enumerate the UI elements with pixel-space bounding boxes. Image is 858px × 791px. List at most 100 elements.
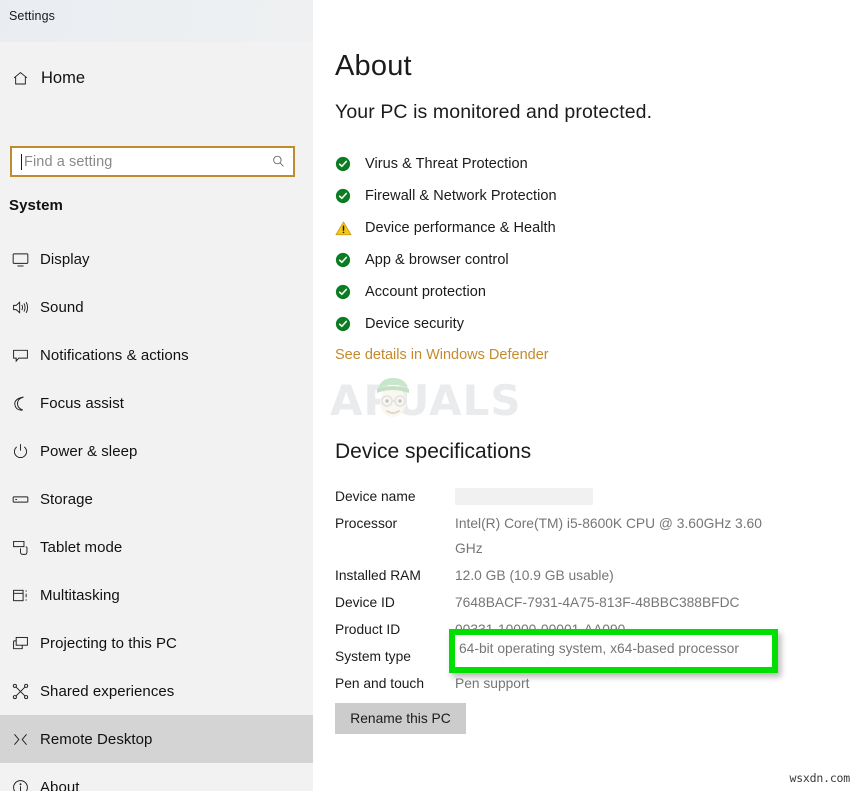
- spec-key: Product ID: [335, 622, 401, 637]
- check-circle-icon: [335, 156, 361, 172]
- speaker-icon: [0, 298, 40, 317]
- sidebar-label: Remote Desktop: [40, 730, 153, 748]
- sidebar-item-tablet-mode[interactable]: Tablet mode: [0, 523, 313, 571]
- sidebar-label: Focus assist: [40, 394, 124, 412]
- status-label: Firewall & Network Protection: [365, 188, 557, 204]
- remote-desktop-icon: [0, 730, 40, 749]
- search-input[interactable]: Find a setting: [10, 146, 295, 177]
- spec-row-pen-and-touch: Pen and touch Pen support: [335, 671, 835, 696]
- sidebar-label: Projecting to this PC: [40, 634, 177, 652]
- appuals-watermark-word: PUALS: [363, 376, 522, 425]
- spec-value: 12.0 GB (10.9 GB usable): [455, 568, 614, 583]
- sidebar-item-multitasking[interactable]: Multitasking: [0, 571, 313, 619]
- spec-row-installed-ram: Installed RAM 12.0 GB (10.9 GB usable): [335, 563, 835, 588]
- sidebar-nav-list: Display Sound Notifications & actions Fo…: [0, 235, 313, 791]
- sidebar-label: Display: [40, 250, 90, 268]
- sidebar-item-sound[interactable]: Sound: [0, 283, 313, 331]
- spec-value-redacted: [455, 488, 593, 505]
- status-item: Device performance & Health: [335, 212, 815, 244]
- search-icon[interactable]: [263, 154, 293, 169]
- spec-key: System type: [335, 649, 411, 664]
- status-item: Virus & Threat Protection: [335, 148, 815, 180]
- page-title: About: [335, 50, 412, 82]
- spec-row-processor: Processor Intel(R) Core(TM) i5-8600K CPU…: [335, 511, 835, 561]
- sidebar-item-about[interactable]: About: [0, 763, 313, 791]
- status-item: Device security: [335, 308, 815, 340]
- spec-row-system-type: System type 64-bit operating system, x64…: [335, 644, 835, 669]
- sidebar-home-label: Home: [41, 68, 86, 87]
- rename-this-pc-button[interactable]: Rename this PC: [335, 703, 466, 734]
- sidebar-item-focus-assist[interactable]: Focus assist: [0, 379, 313, 427]
- home-icon: [0, 70, 40, 87]
- check-circle-icon: [335, 316, 361, 332]
- spec-value: Intel(R) Core(TM) i5-8600K CPU @ 3.60GHz…: [455, 516, 762, 556]
- sidebar-item-shared-experiences[interactable]: Shared experiences: [0, 667, 313, 715]
- sidebar-label: Tablet mode: [40, 538, 123, 556]
- status-label: Virus & Threat Protection: [365, 156, 528, 172]
- status-item: Firewall & Network Protection: [335, 180, 815, 212]
- chat-bubble-icon: [0, 346, 40, 365]
- site-watermark: wsxdn.com: [789, 771, 850, 785]
- see-details-in-windows-defender-link[interactable]: See details in Windows Defender: [335, 347, 549, 363]
- warning-triangle-icon: [335, 220, 361, 237]
- appuals-watermark: APUALS: [330, 374, 545, 425]
- sidebar-label: Sound: [40, 298, 84, 316]
- status-label: Device security: [365, 316, 465, 332]
- sidebar-label: Notifications & actions: [40, 346, 189, 364]
- device-specifications-table: Device name Processor Intel(R) Core(TM) …: [335, 484, 835, 698]
- device-specifications-title: Device specifications: [335, 440, 532, 463]
- spec-key: Processor: [335, 516, 398, 531]
- info-icon: [0, 778, 40, 791]
- status-item: Account protection: [335, 276, 815, 308]
- moon-icon: [0, 394, 40, 413]
- sidebar-label: About: [40, 778, 80, 791]
- spec-value: 7648BACF-7931-4A75-813F-48BBC388BFDC: [455, 595, 740, 610]
- status-label: App & browser control: [365, 252, 509, 268]
- sidebar-item-power-sleep[interactable]: Power & sleep: [0, 427, 313, 475]
- spec-row-device-id: Device ID 7648BACF-7931-4A75-813F-48BBC3…: [335, 590, 835, 615]
- spec-value: 64-bit operating system, x64-based proce…: [455, 649, 735, 664]
- spec-key: Pen and touch: [335, 676, 424, 691]
- share-nodes-icon: [0, 682, 40, 701]
- appuals-mascot-icon: [377, 378, 409, 417]
- spec-value: Pen support: [455, 676, 530, 691]
- security-status-list: Virus & Threat Protection Firewall & Net…: [335, 148, 815, 340]
- sidebar-label: Multitasking: [40, 586, 120, 604]
- main-content: About Your PC is monitored and protected…: [313, 0, 858, 791]
- spec-key: Installed RAM: [335, 568, 421, 583]
- appuals-watermark-text: APUALS: [330, 376, 522, 425]
- sidebar-label: Storage: [40, 490, 93, 508]
- sidebar-section-header: System: [9, 197, 63, 214]
- search-placeholder: Find a setting: [24, 153, 113, 170]
- status-label: Account protection: [365, 284, 486, 300]
- sidebar-item-storage[interactable]: Storage: [0, 475, 313, 523]
- tablet-hand-icon: [0, 538, 40, 557]
- text-caret: [21, 153, 22, 170]
- settings-window: Settings Home Find a setting System Disp…: [0, 0, 858, 791]
- sidebar-item-remote-desktop[interactable]: Remote Desktop: [0, 715, 313, 763]
- sidebar: Home Find a setting System Display Sound…: [0, 42, 313, 791]
- sidebar-label: Power & sleep: [40, 442, 138, 460]
- sidebar-item-projecting-to-this-pc[interactable]: Projecting to this PC: [0, 619, 313, 667]
- sidebar-item-home[interactable]: Home: [0, 60, 313, 96]
- check-circle-icon: [335, 252, 361, 268]
- window-titlebar: Settings: [0, 0, 313, 42]
- monitor-icon: [0, 250, 40, 269]
- spec-value: 00331-10000-00001-AA090: [455, 622, 626, 637]
- spec-key: Device name: [335, 489, 416, 504]
- spec-key: Device ID: [335, 595, 395, 610]
- power-icon: [0, 442, 40, 461]
- sidebar-label: Shared experiences: [40, 682, 175, 700]
- status-label: Device performance & Health: [365, 220, 556, 236]
- status-item: App & browser control: [335, 244, 815, 276]
- window-title: Settings: [9, 9, 55, 23]
- appuals-watermark-prefix: A: [330, 376, 364, 425]
- sidebar-item-notifications-actions[interactable]: Notifications & actions: [0, 331, 313, 379]
- check-circle-icon: [335, 284, 361, 300]
- check-circle-icon: [335, 188, 361, 204]
- sidebar-item-display[interactable]: Display: [0, 235, 313, 283]
- drive-icon: [0, 490, 40, 509]
- spec-row-device-name: Device name: [335, 484, 835, 509]
- spec-row-product-id: Product ID 00331-10000-00001-AA090: [335, 617, 835, 642]
- protection-subtitle: Your PC is monitored and protected.: [335, 101, 653, 123]
